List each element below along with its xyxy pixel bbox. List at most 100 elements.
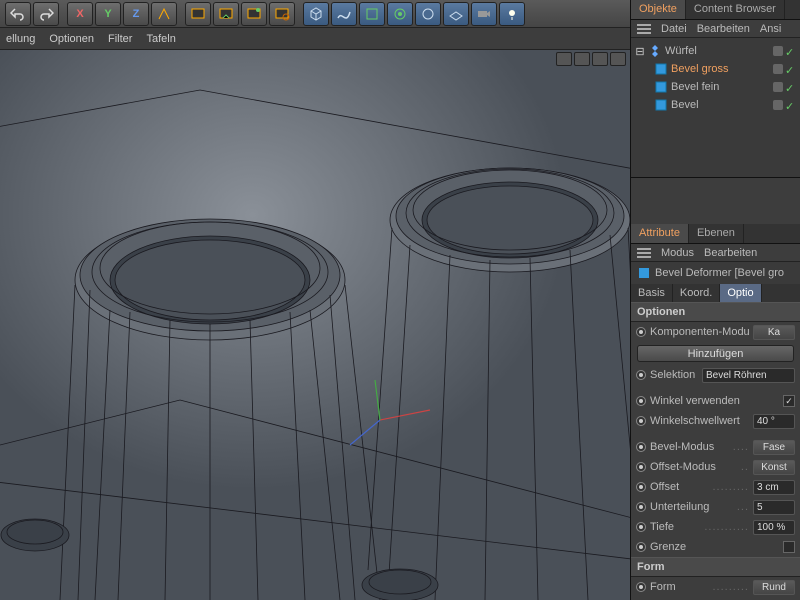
prop-dropdown[interactable]: Ka bbox=[753, 325, 795, 340]
radio-icon[interactable] bbox=[636, 542, 646, 552]
prop-value[interactable]: 40 ° bbox=[753, 414, 795, 429]
tree-root-row[interactable]: ⊟ Würfel ✓ bbox=[633, 42, 798, 60]
menu-edit[interactable]: Bearbeiten bbox=[697, 23, 750, 35]
prop-dropdown[interactable]: Konst bbox=[753, 460, 795, 475]
objects-panel-menu: Datei Bearbeiten Ansi bbox=[631, 20, 800, 38]
prop-label: Form bbox=[650, 581, 708, 593]
tree-label: Bevel fein bbox=[671, 81, 772, 93]
menu-item[interactable]: Optionen bbox=[49, 33, 94, 45]
redo-button[interactable] bbox=[33, 2, 59, 26]
radio-icon[interactable] bbox=[636, 482, 646, 492]
radio-icon[interactable] bbox=[636, 462, 646, 472]
axis-z-button[interactable]: Z bbox=[123, 2, 149, 26]
visibility-dot[interactable] bbox=[773, 100, 783, 110]
tab-attributes[interactable]: Attribute bbox=[631, 224, 689, 243]
prop-label: Offset-Modus bbox=[650, 461, 737, 473]
tab-layers[interactable]: Ebenen bbox=[689, 224, 744, 243]
prop-component-mode: Komponenten-Modus Ka bbox=[631, 322, 800, 342]
render-pv-button[interactable] bbox=[241, 2, 267, 26]
prop-label: Winkel verwenden bbox=[650, 395, 779, 407]
vp-nav-icon[interactable] bbox=[610, 52, 626, 66]
objects-panel-tabs: Objekte Content Browser bbox=[631, 0, 800, 20]
tree-row[interactable]: Bevel ✓ bbox=[633, 96, 798, 114]
add-button[interactable]: Hinzufügen bbox=[637, 345, 794, 362]
spline-button[interactable] bbox=[331, 2, 357, 26]
radio-icon[interactable] bbox=[636, 396, 646, 406]
visibility-dot[interactable] bbox=[773, 64, 783, 74]
vp-nav-icon[interactable] bbox=[556, 52, 572, 66]
deformer-icon bbox=[654, 98, 668, 112]
camera-button[interactable] bbox=[471, 2, 497, 26]
prop-label: Bevel-Modus bbox=[650, 441, 729, 453]
wireframe-render bbox=[0, 50, 630, 600]
menu-mode[interactable]: Modus bbox=[661, 247, 694, 259]
menu-edit[interactable]: Bearbeiten bbox=[704, 247, 757, 259]
radio-icon[interactable] bbox=[636, 442, 646, 452]
prop-offset: Offset......... 3 cm bbox=[631, 477, 800, 497]
checkbox[interactable] bbox=[783, 541, 795, 553]
tree-label: Bevel gross bbox=[671, 63, 772, 75]
object-tree[interactable]: ⊟ Würfel ✓ Bevel gross ✓ Bevel fein ✓ Be… bbox=[631, 38, 800, 178]
prop-dropdown[interactable]: Rund bbox=[753, 580, 795, 595]
radio-icon[interactable] bbox=[636, 327, 646, 337]
axis-y-button[interactable]: Y bbox=[95, 2, 121, 26]
axis-x-button[interactable]: X bbox=[67, 2, 93, 26]
burger-icon[interactable] bbox=[637, 248, 651, 258]
render-button[interactable] bbox=[185, 2, 211, 26]
tab-content-browser[interactable]: Content Browser bbox=[686, 0, 785, 19]
menu-item[interactable]: Filter bbox=[108, 33, 132, 45]
visibility-dot[interactable] bbox=[773, 82, 783, 92]
vp-nav-icon[interactable] bbox=[592, 52, 608, 66]
menu-item[interactable]: Tafeln bbox=[146, 33, 175, 45]
group-form: Form bbox=[631, 557, 800, 577]
enable-check-icon[interactable]: ✓ bbox=[785, 64, 795, 74]
prop-offset-mode: Offset-Modus.. Konst bbox=[631, 457, 800, 477]
prop-dropdown[interactable]: Fase bbox=[753, 440, 795, 455]
prop-value[interactable]: 100 % bbox=[753, 520, 795, 535]
collapse-icon[interactable]: ⊟ bbox=[635, 45, 645, 58]
render-settings-button[interactable] bbox=[269, 2, 295, 26]
right-panel: Objekte Content Browser Datei Bearbeiten… bbox=[630, 0, 800, 600]
visibility-dot[interactable] bbox=[773, 46, 783, 56]
tab-objects[interactable]: Objekte bbox=[631, 0, 686, 19]
undo-button[interactable] bbox=[5, 2, 31, 26]
render-region-button[interactable] bbox=[213, 2, 239, 26]
deformer-icon bbox=[654, 80, 668, 94]
menu-item[interactable]: ellung bbox=[6, 33, 35, 45]
radio-icon[interactable] bbox=[636, 582, 646, 592]
radio-icon[interactable] bbox=[636, 370, 646, 380]
radio-icon[interactable] bbox=[636, 522, 646, 532]
enable-check-icon[interactable]: ✓ bbox=[785, 100, 795, 110]
menu-file[interactable]: Datei bbox=[661, 23, 687, 35]
enable-check-icon[interactable]: ✓ bbox=[785, 82, 795, 92]
floor-button[interactable] bbox=[443, 2, 469, 26]
tab-option[interactable]: Optio bbox=[720, 284, 761, 302]
attribute-title: Bevel Deformer [Bevel gro bbox=[631, 262, 800, 284]
checkbox[interactable]: ✓ bbox=[783, 395, 795, 407]
deformer-button[interactable] bbox=[387, 2, 413, 26]
generator-button[interactable] bbox=[359, 2, 385, 26]
prop-value[interactable]: Bevel Röhren bbox=[702, 368, 795, 383]
prop-value[interactable]: 5 bbox=[753, 500, 795, 515]
tree-label: Bevel bbox=[671, 99, 772, 111]
burger-icon[interactable] bbox=[637, 24, 651, 34]
tree-row[interactable]: Bevel fein ✓ bbox=[633, 78, 798, 96]
light-button[interactable] bbox=[499, 2, 525, 26]
radio-icon[interactable] bbox=[636, 502, 646, 512]
vp-nav-icon[interactable] bbox=[574, 52, 590, 66]
tab-koord[interactable]: Koord. bbox=[673, 284, 720, 302]
coord-system-button[interactable] bbox=[151, 2, 177, 26]
radio-icon[interactable] bbox=[636, 416, 646, 426]
tab-basis[interactable]: Basis bbox=[631, 284, 673, 302]
prop-value[interactable]: 3 cm bbox=[753, 480, 795, 495]
attribute-title-text: Bevel Deformer [Bevel gro bbox=[655, 267, 784, 279]
environment-button[interactable] bbox=[415, 2, 441, 26]
attributes-panel-menu: Modus Bearbeiten bbox=[631, 244, 800, 262]
primitive-cube-button[interactable] bbox=[303, 2, 329, 26]
enable-check-icon[interactable]: ✓ bbox=[785, 46, 795, 56]
menu-view[interactable]: Ansi bbox=[760, 23, 781, 35]
tree-row[interactable]: Bevel gross ✓ bbox=[633, 60, 798, 78]
prop-label: Winkelschwellwert bbox=[650, 415, 749, 427]
prop-label: Unterteilung bbox=[650, 501, 733, 513]
3d-viewport[interactable] bbox=[0, 50, 630, 600]
